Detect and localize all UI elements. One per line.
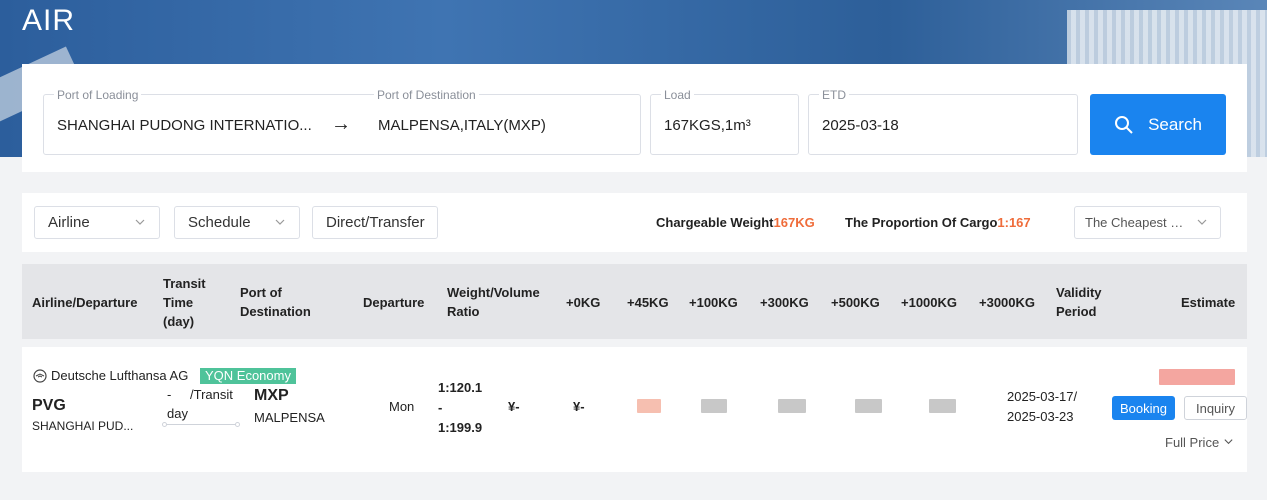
ratio-min: 1:120.1	[438, 380, 483, 395]
header-airline-departure: Airline/Departure	[32, 295, 138, 310]
price-3000kg-blurred	[929, 399, 956, 413]
sort-dropdown[interactable]: The Cheapest P...	[1074, 206, 1221, 239]
validity-end: 2025-03-23	[1007, 409, 1074, 424]
header-port-line2: Destination	[240, 304, 311, 319]
etd-field[interactable]: ETD 2025-03-18	[808, 88, 1078, 155]
chargeable-weight-value: 167KG	[773, 215, 815, 230]
search-icon	[1115, 115, 1133, 134]
airline-dropdown-label: Airline	[48, 214, 90, 231]
validity-start: 2025-03-17/	[1007, 389, 1078, 404]
header-transit-line2: Time	[163, 295, 194, 310]
filter-bar: Airline Schedule Direct/Transfer Chargea…	[22, 193, 1247, 252]
port-of-loading-label: Port of Loading	[54, 88, 142, 102]
header-validity: Validity Period	[1056, 283, 1102, 321]
price-0kg: ¥-	[508, 399, 520, 414]
load-value[interactable]: 167KGS,1m³	[664, 117, 751, 134]
chargeable-weight-label: Chargeable Weight	[656, 215, 774, 230]
header-transit-time: Transit Time (day)	[163, 274, 206, 331]
cargo-proportion: The Proportion Of Cargo1:167	[845, 215, 1031, 230]
origin-code: PVG	[32, 397, 66, 414]
airline-name: Deutsche Lufthansa AG	[51, 368, 189, 383]
ratio-dash: -	[438, 400, 443, 415]
header-port-destination: Port of Destination	[240, 283, 311, 321]
sort-dropdown-label: The Cheapest P...	[1085, 215, 1185, 230]
chargeable-weight: Chargeable Weight167KG	[656, 215, 815, 230]
page-title: AIR	[22, 4, 76, 37]
port-of-loading-value[interactable]: SHANGHAI PUDONG INTERNATIO...	[57, 117, 317, 134]
estimate-price-blurred	[1159, 369, 1235, 385]
header-1000kg: +1000KG	[901, 295, 958, 310]
header-transit-line1: Transit	[163, 276, 206, 291]
service-badge: YQN Economy	[200, 368, 296, 384]
search-button-label: Search	[1148, 114, 1202, 134]
header-weight-volume: Weight/Volume Ratio	[447, 283, 540, 321]
header-wv-line1: Weight/Volume	[447, 285, 540, 300]
transit-days: -	[167, 387, 172, 402]
schedule-dropdown[interactable]: Schedule	[174, 206, 300, 239]
airline-dropdown[interactable]: Airline	[34, 206, 160, 239]
table-row: Deutsche Lufthansa AG YQN Economy PVG SH…	[22, 347, 1247, 472]
cargo-proportion-label: The Proportion Of Cargo	[845, 215, 998, 230]
search-button[interactable]: Search	[1090, 94, 1226, 155]
full-price-label: Full Price	[1165, 435, 1220, 450]
transit-type: /Transit	[190, 387, 233, 402]
header-100kg: +100KG	[689, 295, 738, 310]
validity-period: 2025-03-17/ 2025-03-23	[1007, 387, 1077, 427]
header-45kg: +45KG	[627, 295, 669, 310]
transit-timeline	[162, 422, 240, 427]
full-price-toggle[interactable]: Full Price	[1165, 435, 1234, 450]
route-field[interactable]: Port of Loading SHANGHAI PUDONG INTERNAT…	[43, 88, 641, 155]
load-label: Load	[661, 88, 694, 102]
direct-transfer-filter[interactable]: Direct/Transfer	[312, 206, 438, 239]
header-validity-line1: Validity	[1056, 285, 1102, 300]
etd-label: ETD	[819, 88, 849, 102]
price-1000kg-blurred	[855, 399, 882, 413]
direct-transfer-label: Direct/Transfer	[326, 214, 425, 231]
transit-unit: day	[167, 406, 188, 421]
header-300kg: +300KG	[760, 295, 809, 310]
departure-day: Mon	[389, 399, 415, 414]
header-3000kg: +3000KG	[979, 295, 1036, 310]
table-header: Airline/Departure Transit Time (day) Por…	[22, 264, 1247, 339]
price-100kg-blurred	[637, 399, 661, 413]
price-45kg: ¥-	[573, 399, 585, 414]
destination-code: MXP	[254, 387, 289, 404]
price-300kg-blurred	[701, 399, 727, 413]
chevron-down-icon	[1197, 219, 1207, 225]
search-panel: Port of Loading SHANGHAI PUDONG INTERNAT…	[22, 64, 1247, 172]
header-wv-line2: Ratio	[447, 304, 480, 319]
inquiry-button[interactable]: Inquiry	[1184, 396, 1247, 420]
port-of-destination-label: Port of Destination	[374, 88, 479, 102]
chevron-down-icon	[1224, 439, 1233, 445]
route-arrow-icon: →	[331, 113, 351, 135]
header-port-line1: Port of	[240, 285, 282, 300]
header-transit-line3: (day)	[163, 314, 195, 329]
etd-value[interactable]: 2025-03-18	[822, 117, 899, 134]
chevron-down-icon	[275, 219, 285, 225]
header-500kg: +500KG	[831, 295, 880, 310]
price-500kg-blurred	[778, 399, 806, 413]
origin-name: SHANGHAI PUD...	[32, 419, 134, 433]
cargo-proportion-value: 1:167	[997, 215, 1031, 230]
ratio-max: 1:199.9	[438, 420, 483, 435]
schedule-dropdown-label: Schedule	[188, 214, 251, 231]
port-of-destination-value[interactable]: MALPENSA,ITALY(MXP)	[378, 117, 546, 134]
weight-volume-ratio: 1:120.1 - 1:199.9	[438, 378, 482, 438]
header-departure: Departure	[363, 295, 425, 310]
load-field[interactable]: Load 167KGS,1m³	[650, 88, 799, 155]
destination-name: MALPENSA	[254, 410, 325, 425]
header-estimate: Estimate	[1181, 295, 1236, 310]
chevron-down-icon	[135, 219, 145, 225]
header-0kg: +0KG	[566, 295, 601, 310]
booking-button[interactable]: Booking	[1112, 396, 1175, 420]
lufthansa-logo-icon	[33, 369, 47, 383]
header-validity-line2: Period	[1056, 304, 1097, 319]
